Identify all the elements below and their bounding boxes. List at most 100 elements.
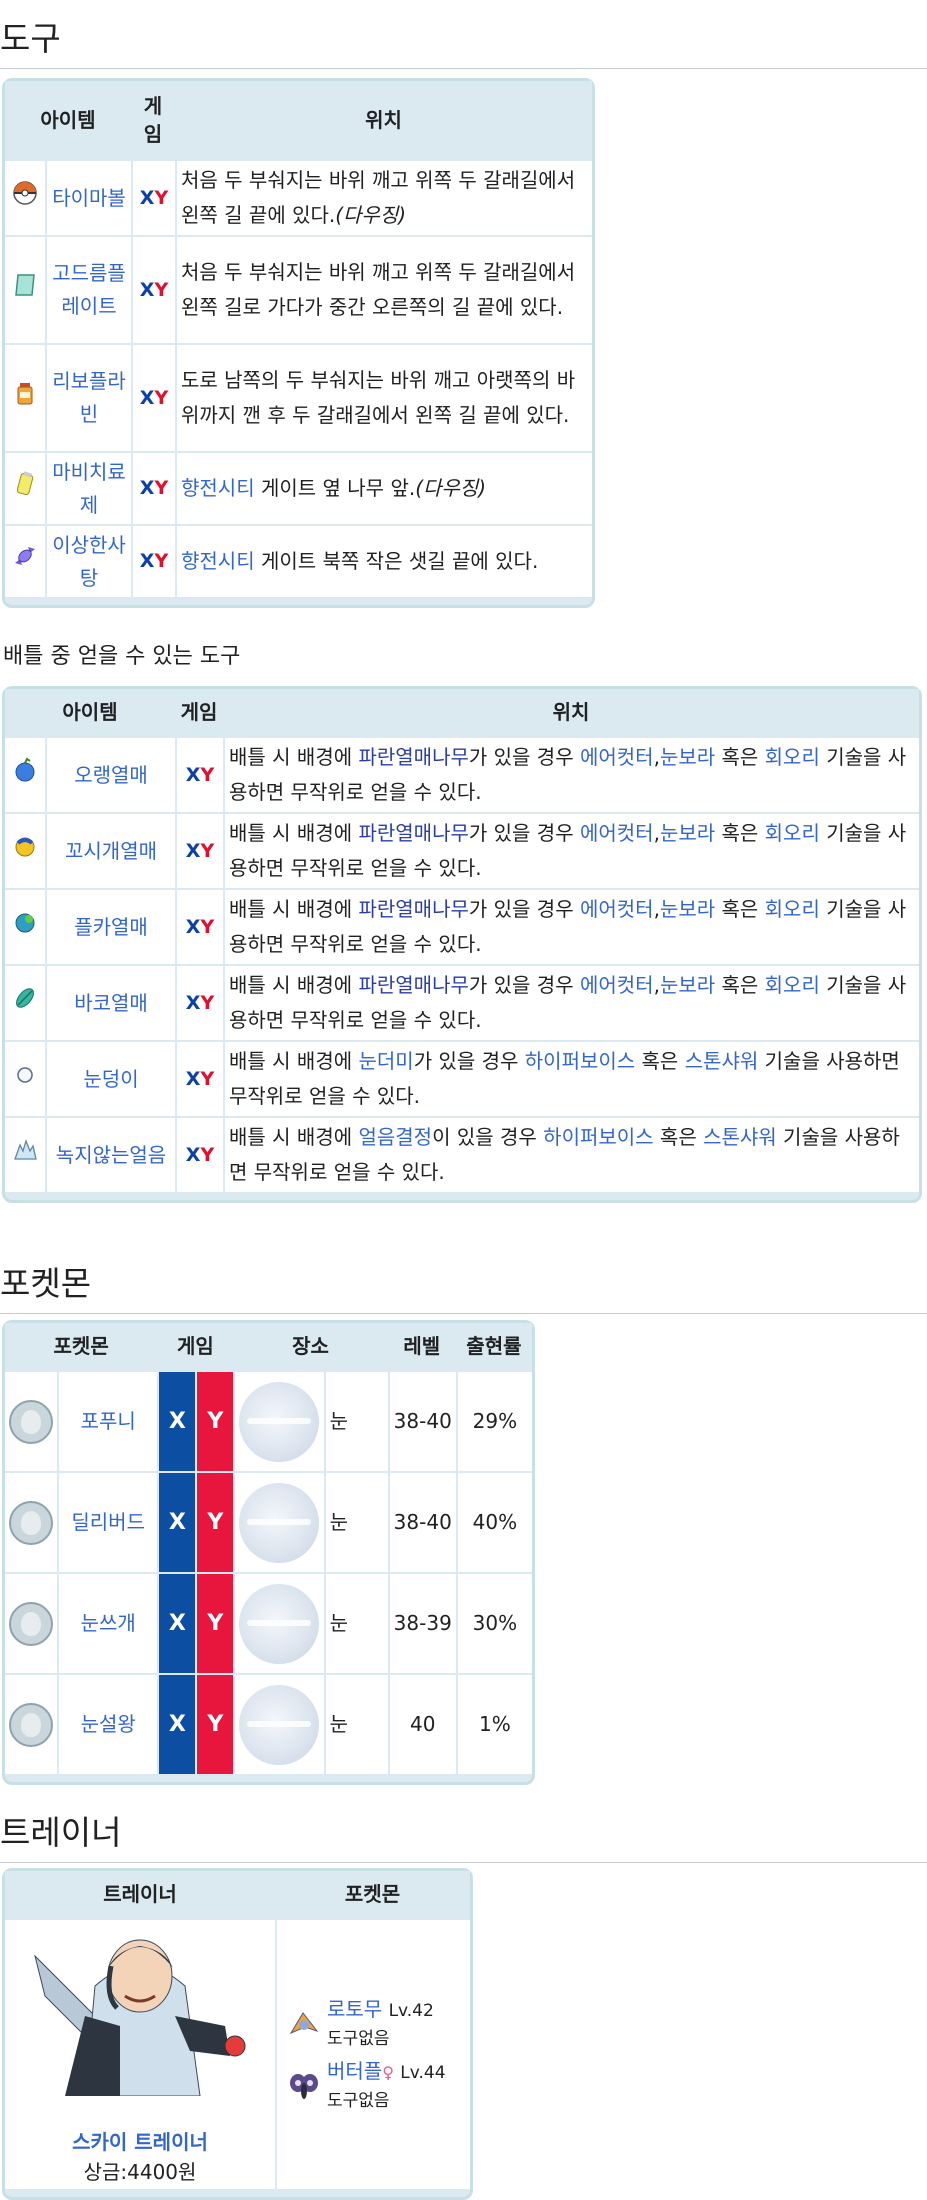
move-link[interactable]: 에어컷터	[580, 897, 654, 921]
rare-candy-icon	[15, 547, 35, 565]
pokemon-table: 포켓몬 게임 장소 레벨 출현률 포푸니 X Y 눈 38-40 29% 딜리버…	[2, 1320, 535, 1785]
game-y-badge: Y	[195, 1572, 234, 1673]
col-header-level: 레벨	[387, 1323, 456, 1370]
location-text: 배틀 시 배경에 파란열매나무가 있을 경우 에어컷터,눈보라 혹은 회오리 기…	[223, 888, 919, 964]
col-header-pokemon: 포켓몬	[275, 1871, 470, 1918]
move-link[interactable]: 에어컷터	[580, 973, 654, 997]
move-link[interactable]: 에어컷터	[580, 745, 654, 769]
move-link[interactable]: 회오리	[765, 897, 820, 921]
move-link[interactable]: 회오리	[765, 745, 820, 769]
level-range: 38-39	[387, 1572, 456, 1673]
col-header-location: 위치	[175, 81, 592, 159]
location-text: 도로 남쪽의 두 부숴지는 바위 깨고 아랫쪽의 바위까지 깬 후 두 갈래길에…	[175, 343, 592, 451]
delibird-icon	[9, 1500, 54, 1545]
section-heading-pokemon: 포켓몬	[0, 1257, 927, 1314]
sitrus-berry-icon	[15, 837, 35, 856]
move-link[interactable]: 스톤샤워	[685, 1049, 759, 1073]
game-xy-badge: XY	[131, 451, 175, 524]
location-link[interactable]: 파란열매나무	[358, 745, 468, 769]
snow-terrain-image	[239, 1482, 320, 1563]
team-pokemon-link-vivillon[interactable]: 버터플	[327, 2059, 382, 2083]
item-link-snowball[interactable]: 눈덩이	[83, 1067, 138, 1091]
location-text: 처음 두 부숴지는 바위 깨고 위쪽 두 갈래길에서 왼쪽 길 끝에 있다.(다…	[175, 159, 592, 235]
item-link-oran-berry[interactable]: 오랭열매	[74, 763, 148, 787]
paralyze-heal-icon	[16, 471, 34, 496]
move-link[interactable]: 에어컷터	[580, 821, 654, 845]
location-text: 처음 두 부숴지는 바위 깨고 위쪽 두 갈래길에서 왼쪽 길로 가다가 중간 …	[175, 235, 592, 343]
location-link[interactable]: 파란열매나무	[358, 897, 468, 921]
game-xy-badge: XY	[131, 159, 175, 235]
col-header-item: 아이템	[5, 81, 131, 159]
location-text: 향전시티 게이트 북쪽 작은 샛길 끝에 있다.	[175, 524, 592, 597]
move-link[interactable]: 눈보라	[660, 821, 715, 845]
trainers-table: 트레이너 포켓몬 스카이 트레이너 상금:4400원 로토무 Lv.42 도구없…	[2, 1868, 473, 2200]
move-link[interactable]: 회오리	[765, 821, 820, 845]
move-link[interactable]: 눈보라	[660, 897, 715, 921]
location-link[interactable]: 얼음결정	[358, 1125, 432, 1149]
location-link[interactable]: 눈더미	[358, 1049, 413, 1073]
level-range: 38-40	[387, 1370, 456, 1471]
move-link[interactable]: 회오리	[765, 973, 820, 997]
location-text: 배틀 시 배경에 파란열매나무가 있을 경우 에어컷터,눈보라 혹은 회오리 기…	[223, 964, 919, 1040]
oran-berry-icon	[15, 757, 35, 781]
section-heading-trainers: 트레이너	[0, 1806, 927, 1863]
pokemon-link-abomasnow[interactable]: 눈설왕	[81, 1712, 136, 1736]
item-link-icicle-plate[interactable]: 고드름플레이트	[52, 261, 126, 318]
never-melt-ice-icon	[14, 1138, 37, 1160]
move-link[interactable]: 눈보라	[660, 745, 715, 769]
timer-ball-icon	[13, 180, 37, 205]
location-text: 배틀 시 배경에 눈더미가 있을 경우 하이퍼보이스 혹은 스톤샤워 기술을 사…	[223, 1040, 919, 1116]
icicle-plate-icon	[15, 273, 35, 296]
location-link[interactable]: 파란열매나무	[358, 973, 468, 997]
game-xy-badge: XY	[175, 1040, 223, 1116]
abomasnow-icon	[9, 1702, 54, 1747]
item-link-timer-ball[interactable]: 타이마볼	[52, 186, 126, 210]
item-link-never-melt-ice[interactable]: 녹지않는얼음	[56, 1143, 166, 1167]
level-range: 38-40	[387, 1471, 456, 1572]
game-y-badge: Y	[195, 1370, 234, 1471]
col-header-location: 위치	[223, 689, 919, 736]
battle-items-table: 아이템 게임 위치 오랭열매 XY 배틀 시 배경에 파란열매나무가 있을 경우…	[2, 686, 922, 1203]
place-label: 눈	[323, 1370, 388, 1471]
snow-terrain-image	[239, 1684, 320, 1765]
calcium-bottle-icon	[17, 382, 33, 404]
snover-icon	[9, 1601, 54, 1646]
location-link[interactable]: 향전시티	[181, 476, 255, 500]
pokemon-link-delibird[interactable]: 딜리버드	[71, 1510, 145, 1534]
move-link[interactable]: 하이퍼보이스	[525, 1049, 635, 1073]
encounter-rate: 40%	[455, 1471, 532, 1572]
item-link-paralyze-heal[interactable]: 마비치료제	[52, 460, 126, 517]
snow-terrain-image	[239, 1381, 320, 1462]
move-link[interactable]: 눈보라	[660, 973, 715, 997]
location-link[interactable]: 파란열매나무	[358, 821, 468, 845]
game-y-badge: Y	[195, 1471, 234, 1572]
move-link[interactable]: 하이퍼보이스	[543, 1125, 653, 1149]
item-link-rare-candy[interactable]: 이상한사탕	[52, 533, 126, 590]
game-xy-badge: XY	[175, 736, 223, 812]
snow-terrain-image	[239, 1583, 320, 1664]
encounter-rate: 30%	[455, 1572, 532, 1673]
col-header-game: 게임	[157, 1323, 234, 1370]
move-link[interactable]: 스톤샤워	[703, 1125, 777, 1149]
item-link-sitrus-berry[interactable]: 꼬시개열매	[65, 839, 157, 863]
col-header-game: 게임	[175, 689, 223, 736]
team-pokemon-link-rotom[interactable]: 로토무	[327, 1997, 382, 2021]
game-x-badge: X	[157, 1370, 196, 1471]
game-xy-badge: XY	[175, 964, 223, 1040]
encounter-rate: 1%	[455, 1673, 532, 1774]
team-pokemon-level: Lv.42	[388, 2000, 434, 2021]
pokemon-link-snover[interactable]: 눈쓰개	[81, 1611, 136, 1635]
female-gender-icon: ♀	[382, 2062, 394, 2082]
place-label: 눈	[323, 1673, 388, 1774]
item-link-pecha-berry[interactable]: 플카열매	[74, 915, 148, 939]
game-xy-badge: XY	[175, 888, 223, 964]
location-link[interactable]: 향전시티	[181, 549, 255, 573]
level-range: 40	[387, 1673, 456, 1774]
item-icon-cell	[5, 159, 45, 235]
item-link-riboflavin[interactable]: 리보플라빈	[52, 369, 126, 426]
place-label: 눈	[323, 1471, 388, 1572]
rawst-berry-icon	[16, 987, 34, 1008]
item-link-rawst-berry[interactable]: 바코열매	[74, 991, 148, 1015]
trainer-class-link[interactable]: 스카이 트레이너	[9, 2127, 271, 2157]
pokemon-link-bergmite[interactable]: 포푸니	[81, 1409, 136, 1433]
